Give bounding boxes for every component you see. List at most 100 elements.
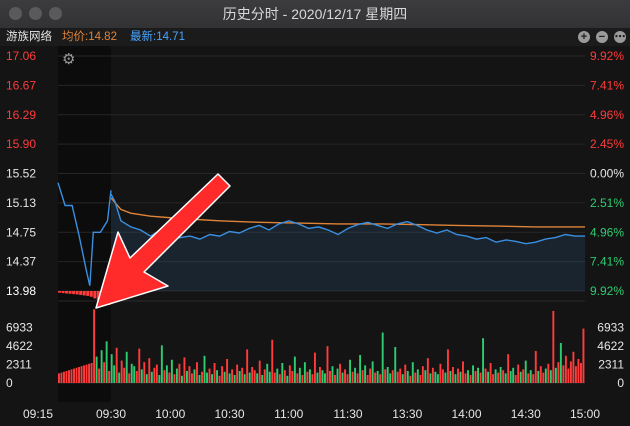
- volume-bar: [326, 346, 329, 383]
- volume-bar: [93, 309, 96, 383]
- volume-bar: [502, 370, 505, 383]
- volume-bar: [411, 362, 414, 383]
- volume-bar: [85, 364, 88, 383]
- volume-bar: [198, 374, 201, 383]
- zoom-in-icon[interactable]: +: [578, 31, 590, 43]
- volume-bar: [313, 352, 316, 383]
- volume-bar: [231, 369, 234, 383]
- volume-bar: [243, 374, 246, 383]
- volume-bar: [487, 371, 490, 383]
- imbalance-bar: [58, 291, 62, 293]
- volume-bar: [108, 370, 111, 383]
- volume-bar: [188, 366, 191, 383]
- price-tick-label: 14.75: [6, 225, 36, 239]
- volume-bar: [68, 370, 70, 383]
- volume-bar: [63, 371, 65, 383]
- volume-bar: [386, 366, 389, 383]
- volume-bar: [544, 368, 547, 383]
- volume-bar: [401, 374, 404, 383]
- volume-bar: [65, 370, 68, 383]
- volume-bar: [120, 360, 123, 383]
- volume-bar: [241, 367, 244, 383]
- gear-icon[interactable]: ⚙: [62, 52, 78, 68]
- volume-bar: [419, 374, 422, 383]
- volume-bar: [223, 371, 226, 383]
- volume-bar: [213, 362, 216, 383]
- volume-bar: [276, 368, 279, 383]
- volume-bar: [457, 368, 459, 383]
- volume-bar: [291, 370, 294, 383]
- volume-bar: [261, 374, 264, 383]
- volume-bar: [399, 368, 402, 383]
- volume-bar: [301, 374, 304, 383]
- volume-bar: [339, 363, 341, 383]
- volume-bar: [168, 372, 171, 383]
- volume-bar: [354, 367, 357, 383]
- volume-bar: [158, 374, 161, 383]
- volume-bar: [424, 370, 427, 383]
- volume-bar: [582, 328, 585, 383]
- volume-bar: [148, 358, 151, 383]
- volume-bar: [78, 366, 80, 383]
- volume-bar: [90, 362, 93, 383]
- volume-bar: [150, 371, 153, 383]
- volume-bar: [193, 369, 196, 383]
- volume-bar: [95, 356, 98, 383]
- volume-bar: [534, 350, 537, 383]
- volume-bar: [316, 372, 319, 383]
- volume-bar: [554, 367, 557, 383]
- volume-bar: [459, 371, 462, 383]
- imbalance-bar: [93, 291, 97, 299]
- volume-bar: [283, 370, 286, 383]
- volume-bar: [135, 370, 138, 383]
- volume-bar: [539, 366, 542, 383]
- volume-bars: [58, 309, 585, 383]
- volume-bar: [567, 368, 570, 383]
- price-tick-label: 15.90: [6, 137, 36, 151]
- volume-bar: [369, 368, 372, 383]
- title-bar[interactable]: 历史分时 - 2020/12/17 星期四: [0, 0, 630, 29]
- volume-bar: [173, 374, 176, 383]
- volume-bar: [334, 374, 336, 383]
- pct-tick-label: 2.51%: [590, 196, 624, 210]
- volume-bar: [426, 358, 429, 383]
- volume-bar: [577, 358, 580, 383]
- pct-tick-label: 4.96%: [590, 108, 624, 122]
- volume-tick-label: 4622: [6, 339, 33, 353]
- time-tick-label: 11:30: [333, 407, 362, 421]
- pct-tick-label: 7.41%: [590, 78, 624, 92]
- price-tick-label: 14.37: [6, 255, 36, 269]
- volume-bar: [258, 360, 261, 383]
- volume-bar: [185, 370, 188, 383]
- volume-bar: [218, 375, 221, 383]
- price-tick-label: 15.13: [6, 196, 36, 210]
- volume-bar: [439, 363, 442, 383]
- volume-bar: [73, 368, 75, 383]
- more-icon[interactable]: ⋯: [614, 31, 626, 43]
- imbalance-bar: [82, 291, 86, 296]
- volume-bar: [371, 361, 374, 383]
- volume-bar: [331, 366, 334, 383]
- volume-bar: [441, 369, 444, 383]
- volume-bar: [529, 370, 532, 383]
- volume-bar: [477, 367, 479, 383]
- stock-name: 游族网络: [6, 31, 52, 43]
- volume-bar: [110, 354, 113, 383]
- volume-bar: [519, 371, 522, 383]
- volume-bar: [361, 370, 364, 383]
- volume-bar: [196, 362, 198, 383]
- volume-bar: [138, 348, 141, 383]
- volume-bar: [251, 366, 254, 383]
- volume-bar: [60, 372, 63, 383]
- intraday-chart[interactable]: 17.06 9.92% 16.67 7.41% 16.29 4.96% 15.90 2.45%…: [0, 46, 630, 426]
- price-tick-label: 16.29: [6, 108, 36, 122]
- pct-tick-label: 4.96%: [590, 225, 624, 239]
- zoom-out-icon[interactable]: −: [596, 31, 608, 43]
- volume-bar: [208, 368, 211, 383]
- price-tick-label: 17.06: [6, 49, 36, 63]
- volume-tick-label: 6933: [6, 321, 33, 335]
- volume-bar: [308, 369, 311, 383]
- volume-bar: [514, 374, 517, 383]
- volume-bar: [226, 358, 229, 383]
- volume-bar: [396, 371, 399, 383]
